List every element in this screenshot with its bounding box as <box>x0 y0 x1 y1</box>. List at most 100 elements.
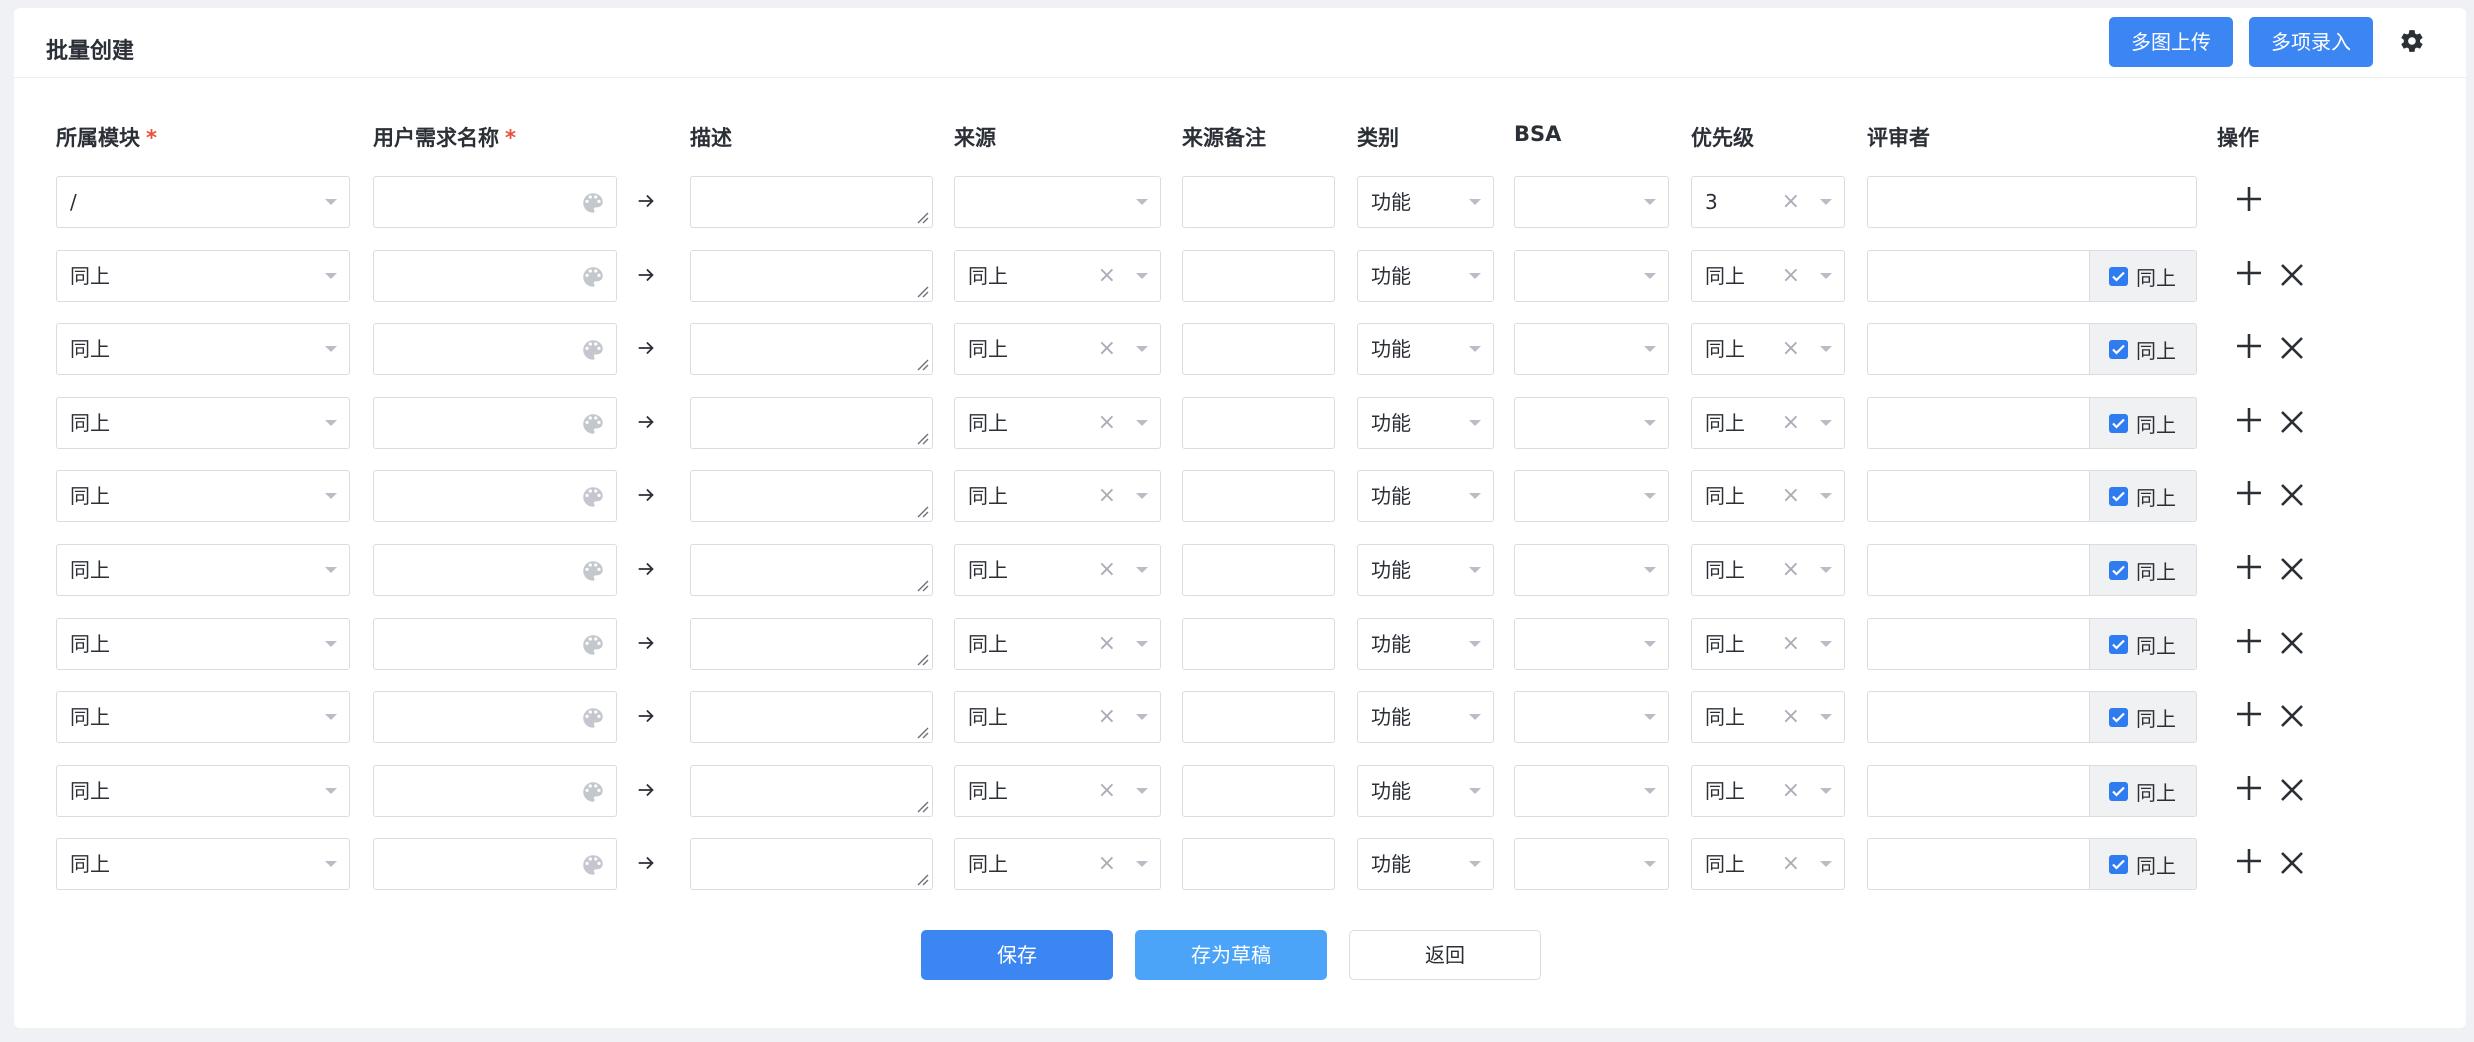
category-select[interactable]: 功能 <box>1357 250 1494 302</box>
clear-icon[interactable]: × <box>1098 545 1116 595</box>
checkbox-checked[interactable] <box>2109 267 2128 286</box>
resize-handle-icon[interactable] <box>915 799 929 813</box>
resize-handle-icon[interactable] <box>915 872 929 886</box>
source-note-input[interactable] <box>1182 691 1335 743</box>
priority-select[interactable]: 同上 × <box>1691 838 1845 890</box>
description-textarea[interactable] <box>690 250 933 302</box>
clear-icon[interactable]: × <box>1098 324 1116 374</box>
category-select[interactable]: 功能 <box>1357 176 1494 228</box>
arrow-right-icon[interactable] <box>635 337 657 359</box>
arrow-right-icon[interactable] <box>635 779 657 801</box>
priority-select[interactable]: 同上 × <box>1691 765 1845 817</box>
clear-icon[interactable]: × <box>1782 619 1800 669</box>
clear-icon[interactable]: × <box>1782 251 1800 301</box>
clear-icon[interactable]: × <box>1098 398 1116 448</box>
save-draft-button[interactable]: 存为草稿 <box>1135 930 1327 980</box>
source-select[interactable]: 同上 × <box>954 765 1161 817</box>
close-icon[interactable] <box>2277 775 2307 805</box>
palette-icon[interactable] <box>580 484 606 510</box>
same-as-above-checkbox[interactable]: 同上 <box>2089 544 2197 596</box>
reviewer-input[interactable] <box>1867 618 2090 670</box>
module-select[interactable]: 同上 <box>56 765 350 817</box>
source-note-input[interactable] <box>1182 323 1335 375</box>
reviewer-input[interactable] <box>1867 838 2090 890</box>
clear-icon[interactable]: × <box>1098 251 1116 301</box>
source-select[interactable]: 同上 × <box>954 544 1161 596</box>
priority-select[interactable]: 同上 × <box>1691 397 1845 449</box>
palette-icon[interactable] <box>580 705 606 731</box>
save-button[interactable]: 保存 <box>921 930 1113 980</box>
plus-icon[interactable] <box>2234 626 2264 656</box>
name-input[interactable] <box>373 250 617 302</box>
clear-icon[interactable]: × <box>1782 471 1800 521</box>
close-icon[interactable] <box>2277 848 2307 878</box>
close-icon[interactable] <box>2277 407 2307 437</box>
name-input[interactable] <box>373 544 617 596</box>
arrow-right-icon[interactable] <box>635 558 657 580</box>
name-input[interactable] <box>373 691 617 743</box>
module-select[interactable]: 同上 <box>56 397 350 449</box>
same-as-above-checkbox[interactable]: 同上 <box>2089 470 2197 522</box>
palette-icon[interactable] <box>580 190 606 216</box>
palette-icon[interactable] <box>580 779 606 805</box>
close-icon[interactable] <box>2277 480 2307 510</box>
source-select[interactable]: 同上 × <box>954 470 1161 522</box>
plus-icon[interactable] <box>2234 846 2264 876</box>
bsa-select[interactable] <box>1514 176 1669 228</box>
checkbox-checked[interactable] <box>2109 561 2128 580</box>
bsa-select[interactable] <box>1514 838 1669 890</box>
priority-select[interactable]: 同上 × <box>1691 544 1845 596</box>
description-textarea[interactable] <box>690 323 933 375</box>
source-note-input[interactable] <box>1182 250 1335 302</box>
checkbox-checked[interactable] <box>2109 708 2128 727</box>
same-as-above-checkbox[interactable]: 同上 <box>2089 691 2197 743</box>
arrow-right-icon[interactable] <box>635 632 657 654</box>
resize-handle-icon[interactable] <box>915 652 929 666</box>
clear-icon[interactable]: × <box>1098 839 1116 889</box>
checkbox-checked[interactable] <box>2109 782 2128 801</box>
back-button[interactable]: 返回 <box>1349 930 1541 980</box>
close-icon[interactable] <box>2277 260 2307 290</box>
bsa-select[interactable] <box>1514 250 1669 302</box>
plus-icon[interactable] <box>2234 699 2264 729</box>
resize-handle-icon[interactable] <box>915 357 929 371</box>
source-note-input[interactable] <box>1182 176 1335 228</box>
clear-icon[interactable]: × <box>1782 324 1800 374</box>
reviewer-input[interactable] <box>1867 397 2090 449</box>
category-select[interactable]: 功能 <box>1357 544 1494 596</box>
close-icon[interactable] <box>2277 554 2307 584</box>
description-textarea[interactable] <box>690 618 933 670</box>
reviewer-input[interactable] <box>1867 691 2090 743</box>
priority-select[interactable]: 同上 × <box>1691 470 1845 522</box>
module-select[interactable]: 同上 <box>56 470 350 522</box>
bsa-select[interactable] <box>1514 323 1669 375</box>
module-select[interactable]: / <box>56 176 350 228</box>
clear-icon[interactable]: × <box>1098 471 1116 521</box>
name-input[interactable] <box>373 618 617 670</box>
module-select[interactable]: 同上 <box>56 544 350 596</box>
gear-icon[interactable] <box>2399 28 2425 54</box>
palette-icon[interactable] <box>580 852 606 878</box>
clear-icon[interactable]: × <box>1782 177 1800 227</box>
category-select[interactable]: 功能 <box>1357 470 1494 522</box>
reviewer-input[interactable] <box>1867 250 2090 302</box>
source-note-input[interactable] <box>1182 544 1335 596</box>
clear-icon[interactable]: × <box>1782 545 1800 595</box>
checkbox-checked[interactable] <box>2109 340 2128 359</box>
priority-select[interactable]: 同上 × <box>1691 618 1845 670</box>
close-icon[interactable] <box>2277 701 2307 731</box>
priority-select[interactable]: 3 × <box>1691 176 1845 228</box>
description-textarea[interactable] <box>690 765 933 817</box>
description-textarea[interactable] <box>690 397 933 449</box>
bsa-select[interactable] <box>1514 691 1669 743</box>
source-note-input[interactable] <box>1182 838 1335 890</box>
name-input[interactable] <box>373 470 617 522</box>
arrow-right-icon[interactable] <box>635 264 657 286</box>
clear-icon[interactable]: × <box>1098 692 1116 742</box>
plus-icon[interactable] <box>2234 773 2264 803</box>
name-input[interactable] <box>373 176 617 228</box>
resize-handle-icon[interactable] <box>915 431 929 445</box>
close-icon[interactable] <box>2277 333 2307 363</box>
reviewer-input[interactable] <box>1867 176 2197 228</box>
name-input[interactable] <box>373 765 617 817</box>
